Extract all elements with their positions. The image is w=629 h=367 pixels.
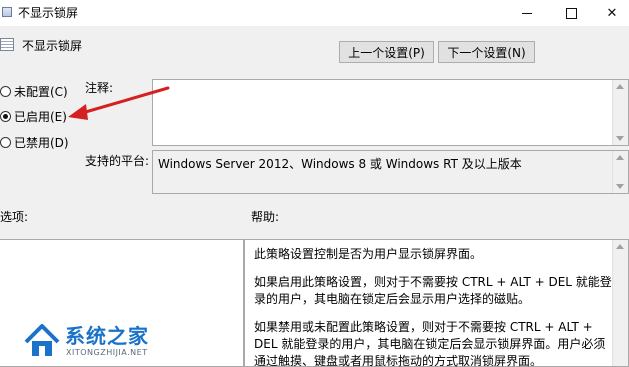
- platform-field: Windows Server 2012、Windows 8 或 Windows …: [152, 150, 629, 194]
- watermark-name: 系统之家: [65, 324, 149, 348]
- comment-label: 注释:: [85, 81, 114, 95]
- scroll-up-icon[interactable]: [616, 244, 624, 249]
- platform-label: 支持的平台:: [85, 154, 150, 168]
- radio-selected-icon: [0, 111, 11, 122]
- window-title: 不显示锁屏: [18, 6, 79, 20]
- radio-label: 已禁用(D): [14, 136, 69, 150]
- maximize-button[interactable]: [549, 0, 593, 26]
- policy-setting-icon: [0, 38, 14, 51]
- scroll-down-icon[interactable]: [616, 184, 624, 189]
- setting-title: 不显示锁屏: [22, 39, 83, 53]
- next-setting-button[interactable]: 下一个设置(N): [438, 41, 535, 63]
- minimize-icon: [522, 12, 532, 14]
- watermark-house-icon: [24, 324, 60, 356]
- options-label: 选项:: [0, 210, 29, 224]
- help-scrollbar[interactable]: [612, 240, 628, 366]
- platform-value: Windows Server 2012、Windows 8 或 Windows …: [158, 157, 522, 171]
- radio-circle-icon: [0, 86, 11, 97]
- help-label: 帮助:: [251, 210, 280, 224]
- previous-setting-button[interactable]: 上一个设置(P): [339, 41, 434, 63]
- minimize-button[interactable]: [505, 0, 549, 26]
- scroll-down-icon[interactable]: [616, 136, 624, 141]
- arrow-head: [68, 104, 88, 120]
- help-paragraph: 如果禁用或未配置此策略设置，则对于不需要按 CTRL + ALT + DEL 就…: [254, 320, 606, 367]
- comment-scrollbar[interactable]: [612, 80, 628, 145]
- platform-scrollbar[interactable]: [612, 151, 628, 193]
- radio-circle-icon: [0, 137, 11, 148]
- radio-label: 已启用(E): [14, 110, 67, 124]
- radio-disabled[interactable]: 已禁用(D): [0, 134, 69, 151]
- scroll-up-icon[interactable]: [616, 84, 624, 89]
- watermark-url: XITONGZHIJIA.NET: [66, 348, 148, 357]
- help-paragraph: 如果启用此策略设置，则对于不需要按 CTRL + ALT + DEL 就能登录的…: [254, 275, 612, 306]
- close-icon: ✕: [606, 5, 618, 21]
- watermark-logo: 系统之家 XITONGZHIJIA.NET: [22, 318, 172, 364]
- maximize-icon: [565, 7, 577, 19]
- help-text: 此策略设置控制是否为用户显示锁屏界面。 如果启用此策略设置，则对于不需要按 CT…: [254, 246, 612, 367]
- comment-textarea[interactable]: [152, 79, 629, 146]
- policy-editor-window: 不显示锁屏 ✕ 不显示锁屏 上一个设置(P) 下一个设置(N) 未配置(C) 已…: [0, 0, 629, 367]
- title-bar: 不显示锁屏 ✕: [0, 0, 629, 26]
- radio-enabled[interactable]: 已启用(E): [0, 108, 67, 125]
- scroll-up-icon[interactable]: [616, 155, 624, 160]
- radio-not-configured[interactable]: 未配置(C): [0, 83, 68, 100]
- close-button[interactable]: ✕: [590, 0, 629, 26]
- help-paragraph: 此策略设置控制是否为用户显示锁屏界面。: [254, 247, 483, 261]
- help-panel: 此策略设置控制是否为用户显示锁屏界面。 如果启用此策略设置，则对于不需要按 CT…: [244, 239, 629, 367]
- radio-label: 未配置(C): [14, 85, 68, 99]
- policy-app-icon: [2, 7, 12, 17]
